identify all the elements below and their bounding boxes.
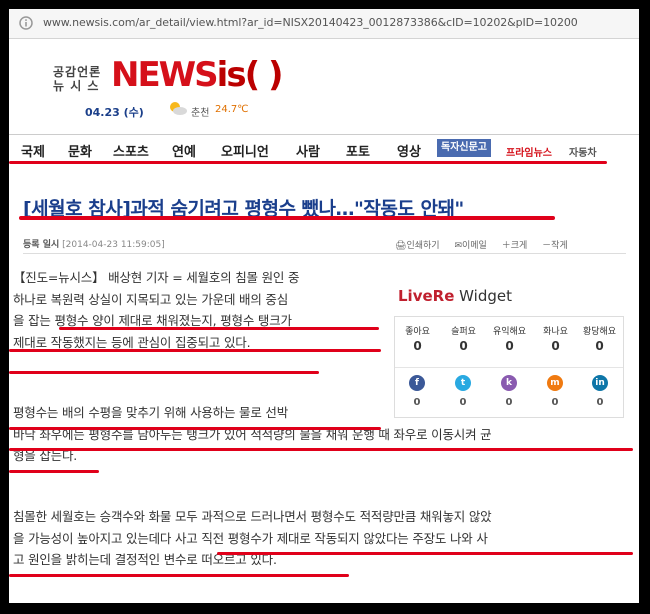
- share-count: 0: [505, 397, 513, 408]
- paragraph-line: 하나로 복원력 상실이 지목되고 있는 가운데 배의 중심: [13, 291, 289, 307]
- nav-item-people[interactable]: 사람: [296, 141, 320, 160]
- highlight-underline: [217, 552, 633, 555]
- newsis-logo[interactable]: NEWSis( ): [111, 55, 284, 95]
- reaction-label: 슬퍼요: [451, 327, 476, 337]
- reaction-label: 유익해요: [492, 327, 527, 337]
- partly-sunny-icon: [170, 102, 187, 115]
- article-tools: 🖨인쇄하기 ✉이메일 ＋크게 －작게: [395, 238, 580, 251]
- reaction-count: 0: [505, 339, 514, 353]
- reaction-grid: 좋아요 0 슬퍼요 0 유익해요 0 화나요 0 황당해요 0 f 0 t 0 k 0 m…: [394, 316, 624, 418]
- reaction-sad-button[interactable]: 슬퍼요 0: [441, 324, 486, 353]
- nav-item-video[interactable]: 영상: [397, 141, 421, 160]
- byline-date: [2014-04-23 11:59:05]: [62, 240, 165, 250]
- reaction-count: 0: [551, 339, 560, 353]
- paragraph-1: 【진도=뉴시스】 배상현 기자 = 세월호의 침몰 원인 중 하나로 복원력 상…: [13, 267, 299, 353]
- highlight-underline: [9, 470, 99, 473]
- highlight-underline: [9, 371, 319, 374]
- screenshot-frame: www.newsis.com/ar_detail/view.html?ar_id…: [9, 9, 639, 603]
- share-count: 0: [413, 397, 421, 408]
- highlight-underline: [9, 574, 349, 577]
- reaction-divider: [395, 367, 623, 368]
- nav-item-international[interactable]: 국제: [21, 141, 45, 160]
- kakao-icon[interactable]: k: [501, 375, 517, 391]
- reaction-label: 좋아요: [405, 327, 430, 337]
- reaction-like-button[interactable]: 좋아요 0: [395, 324, 440, 353]
- logo-tagline-line1: 공감언론: [53, 65, 102, 79]
- twitter-icon[interactable]: t: [455, 375, 471, 391]
- nav-item-opinion[interactable]: 오피니언: [221, 141, 269, 160]
- weather-temp: 24.7℃: [215, 104, 249, 115]
- livere-widget-title: LiveRe Widget: [398, 287, 512, 305]
- share-count: 0: [459, 397, 467, 408]
- print-button[interactable]: 🖨인쇄하기: [395, 241, 446, 251]
- livere-brand: LiveRe: [398, 287, 455, 305]
- nav-item-entertainment[interactable]: 연예: [172, 141, 196, 160]
- logo-tagline: 공감언론 뉴 시 스: [53, 65, 101, 93]
- font-smaller-label: 작게: [551, 241, 568, 251]
- paragraph-line: 【진도=뉴시스】 배상현 기자 = 세월호의 침몰 원인 중: [13, 270, 300, 285]
- linkedin-icon[interactable]: in: [592, 375, 608, 391]
- reaction-useful-button[interactable]: 유익해요 0: [487, 324, 532, 353]
- logo-is-text: is( ): [216, 55, 284, 95]
- highlight-underline: [9, 427, 381, 430]
- paragraph-3: 침몰한 세월호는 승객수와 화물 모두 과적으로 드러나면서 평형수도 적적량만…: [13, 506, 639, 571]
- facebook-icon[interactable]: f: [409, 375, 425, 391]
- logo-tagline-line2: 뉴 시 스: [53, 79, 100, 93]
- nav-item-photo[interactable]: 포토: [346, 141, 370, 160]
- me2day-icon[interactable]: m: [547, 375, 563, 391]
- livere-widget-label: Widget: [454, 287, 512, 305]
- highlight-underline: [59, 327, 379, 330]
- reaction-label: 화나요: [543, 327, 568, 337]
- share-count: 0: [551, 397, 559, 408]
- url-text[interactable]: www.newsis.com/ar_detail/view.html?ar_id…: [43, 16, 578, 29]
- share-count: 0: [596, 397, 604, 408]
- paragraph-line: 침몰한 세월호는 승객수와 화물 모두 과적으로 드러나면서 평형수도 적적량만…: [13, 509, 492, 524]
- nav-item-sports[interactable]: 스포츠: [113, 141, 149, 160]
- byline-label: 등록 일시: [23, 240, 60, 250]
- paragraph-line: 을 가능성이 높아지고 있는데다 사고 직전 평형수가 제대로 작동되지 않았다…: [13, 530, 488, 546]
- browser-address-bar[interactable]: www.newsis.com/ar_detail/view.html?ar_id…: [9, 9, 639, 39]
- nav-item-culture[interactable]: 문화: [68, 141, 92, 160]
- nav-reader-petition-button[interactable]: 독자신문고: [437, 139, 491, 157]
- current-date: 04.23 (수): [85, 106, 144, 119]
- print-label: 인쇄하기: [406, 241, 440, 251]
- logo-news-text: NEWS: [111, 55, 219, 95]
- font-larger-label: 크게: [510, 241, 528, 251]
- byline: 등록 일시 [2014-04-23 11:59:05]: [23, 237, 165, 250]
- reaction-absurd-button[interactable]: 황당해요 0: [577, 324, 622, 353]
- nav-prime-news[interactable]: 프라임뉴스: [506, 144, 552, 159]
- reaction-count: 0: [413, 339, 422, 353]
- title-highlight-underline: [19, 216, 555, 220]
- page-icon: [19, 16, 33, 30]
- reaction-label: 황당해요: [582, 327, 617, 337]
- reaction-count: 0: [459, 339, 468, 353]
- email-label: 이메일: [461, 241, 487, 251]
- weather-city: 춘천: [191, 108, 210, 119]
- livere-widget: LiveRe Widget 좋아요 0 슬퍼요 0 유익해요 0 화나요 0 황당해요 0…: [394, 279, 624, 418]
- nav-highlight-underline: [9, 161, 607, 164]
- font-smaller-button[interactable]: －작게: [542, 241, 574, 251]
- reaction-angry-button[interactable]: 화나요 0: [533, 324, 578, 353]
- byline-divider: [23, 253, 626, 254]
- email-button[interactable]: ✉이메일: [454, 241, 492, 251]
- font-larger-button[interactable]: ＋크게: [502, 241, 534, 251]
- highlight-underline: [9, 448, 633, 451]
- nav-auto[interactable]: 자동차: [569, 144, 597, 159]
- highlight-underline: [9, 349, 381, 352]
- reaction-count: 0: [595, 339, 604, 353]
